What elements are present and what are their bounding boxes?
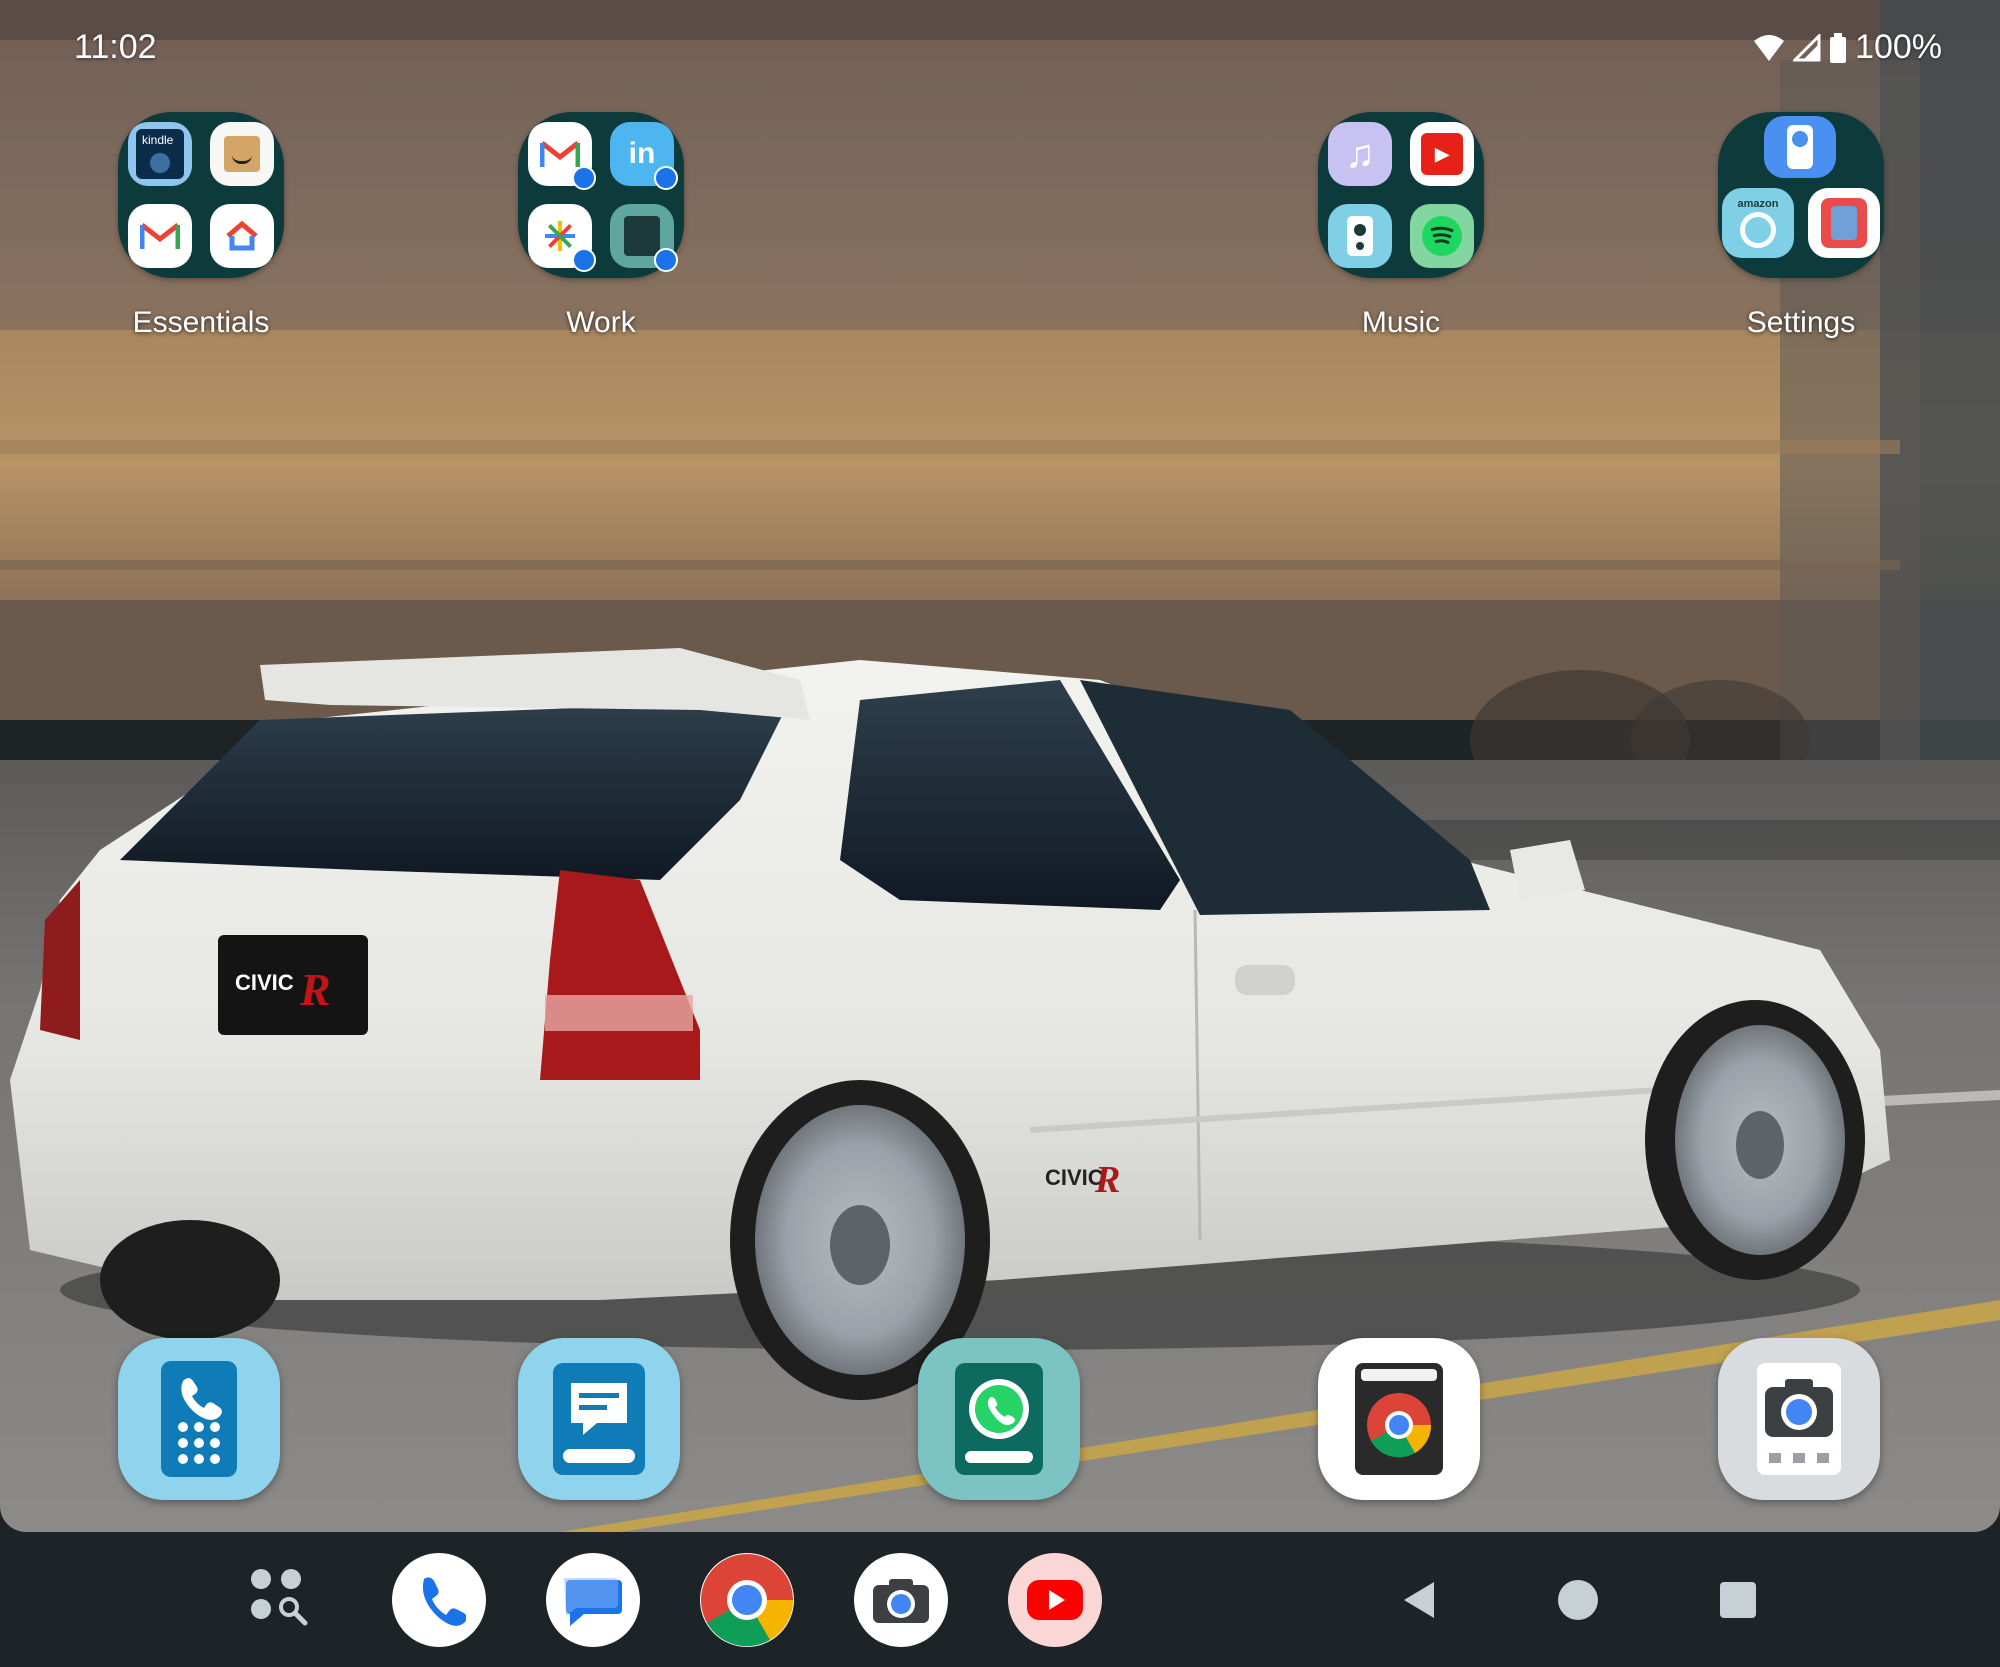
folder-label: Work [566, 306, 636, 339]
amazon-shopping-icon [210, 122, 274, 186]
folder-music[interactable]: ♫ ▶ Music [1318, 112, 1484, 340]
folder-essentials[interactable]: kindle Essentials [118, 112, 284, 340]
amazon-text: amazon [1737, 198, 1779, 210]
spotify-icon [1410, 204, 1474, 268]
linkedin-work-icon: in [610, 122, 678, 190]
work-badge-icon [572, 248, 596, 272]
wallpaper: CIVIC R CIVIC R [0, 0, 2000, 1532]
phone-app[interactable] [118, 1338, 280, 1500]
google-home-icon [210, 204, 274, 268]
settings-remote-icon [1764, 116, 1836, 178]
gmail-icon [128, 204, 192, 268]
recents-button[interactable] [1708, 1570, 1768, 1630]
gmail-work-icon [528, 122, 596, 190]
kindle-icon: kindle [128, 122, 192, 186]
taskbar-phone[interactable] [392, 1553, 486, 1647]
chrome-browser-icon [1355, 1363, 1443, 1475]
messages-bubble-icon [564, 1578, 622, 1626]
folder-settings[interactable]: amazon Settings [1718, 112, 1884, 340]
cellular-signal-icon [1793, 33, 1821, 61]
taskbar-chrome[interactable] [700, 1553, 794, 1647]
whatsapp-chat-icon [955, 1363, 1043, 1475]
folder-label: Music [1361, 306, 1441, 339]
wallpaper-car-train-illustration: CIVIC R CIVIC R [0, 0, 2000, 1532]
camera-app[interactable] [1718, 1338, 1880, 1500]
folder-essentials-tile[interactable]: kindle [118, 112, 284, 278]
youtube-music-icon: ▶ [1410, 122, 1474, 186]
speaker-remote-icon [1328, 204, 1392, 268]
status-icons: 100% [1753, 28, 1942, 67]
photos-work-icon [528, 204, 596, 272]
photos-pinwheel-icon [545, 221, 575, 251]
taskbar-youtube[interactable] [1008, 1553, 1102, 1647]
folder-settings-tile[interactable]: amazon [1718, 112, 1884, 278]
kindle-text: kindle [142, 133, 174, 147]
folder-work[interactable]: in Work [518, 112, 684, 340]
back-triangle-icon [1404, 1582, 1434, 1618]
home-button[interactable] [1548, 1570, 1608, 1630]
gmail-logo-icon [140, 223, 180, 249]
back-button[interactable] [1390, 1570, 1450, 1630]
work-badge-icon [654, 248, 678, 272]
spotify-waves-icon [1430, 226, 1454, 245]
status-time: 11:02 [74, 28, 157, 66]
phone-handset-icon [422, 1577, 466, 1626]
messages-app[interactable] [518, 1338, 680, 1500]
wifi-icon [1754, 34, 1785, 61]
home-circle-icon [1558, 1580, 1598, 1620]
battery-percent: 100% [1855, 28, 1942, 66]
notes-work-icon [610, 204, 678, 272]
work-badge-icon [654, 166, 678, 190]
apple-music-icon: ♫ [1328, 122, 1392, 186]
battery-icon [1830, 32, 1847, 63]
messages-chat-icon [553, 1363, 645, 1475]
svg-text:R: R [1094, 1159, 1120, 1201]
home-logo-icon [226, 220, 258, 251]
svg-text:R: R [299, 964, 331, 1015]
folder-music-tile[interactable]: ♫ ▶ [1318, 112, 1484, 278]
amazon-alexa-icon: amazon [1722, 188, 1794, 258]
phone-dialer-icon [161, 1361, 237, 1477]
taskbar-camera[interactable] [854, 1553, 948, 1647]
taskbar-messages[interactable] [546, 1553, 640, 1647]
folder-work-tile[interactable]: in [518, 112, 684, 278]
shortcut-settings-icon [1808, 188, 1880, 258]
folder-label: Settings [1746, 306, 1856, 339]
camera-icon [873, 1579, 929, 1623]
gmail-logo-icon [540, 141, 580, 167]
work-badge-icon [572, 166, 596, 190]
app-drawer-search-icon [251, 1569, 308, 1626]
chrome-logo-icon [701, 1554, 794, 1647]
whatsapp-app[interactable] [918, 1338, 1080, 1500]
recents-square-icon [1720, 1582, 1756, 1618]
svg-text:CIVIC: CIVIC [235, 970, 294, 995]
folder-label: Essentials [132, 306, 270, 339]
app-drawer-button[interactable] [242, 1560, 322, 1640]
chrome-app[interactable] [1318, 1338, 1480, 1500]
youtube-play-icon [1027, 1580, 1083, 1620]
camera-lens-icon [1757, 1363, 1841, 1475]
